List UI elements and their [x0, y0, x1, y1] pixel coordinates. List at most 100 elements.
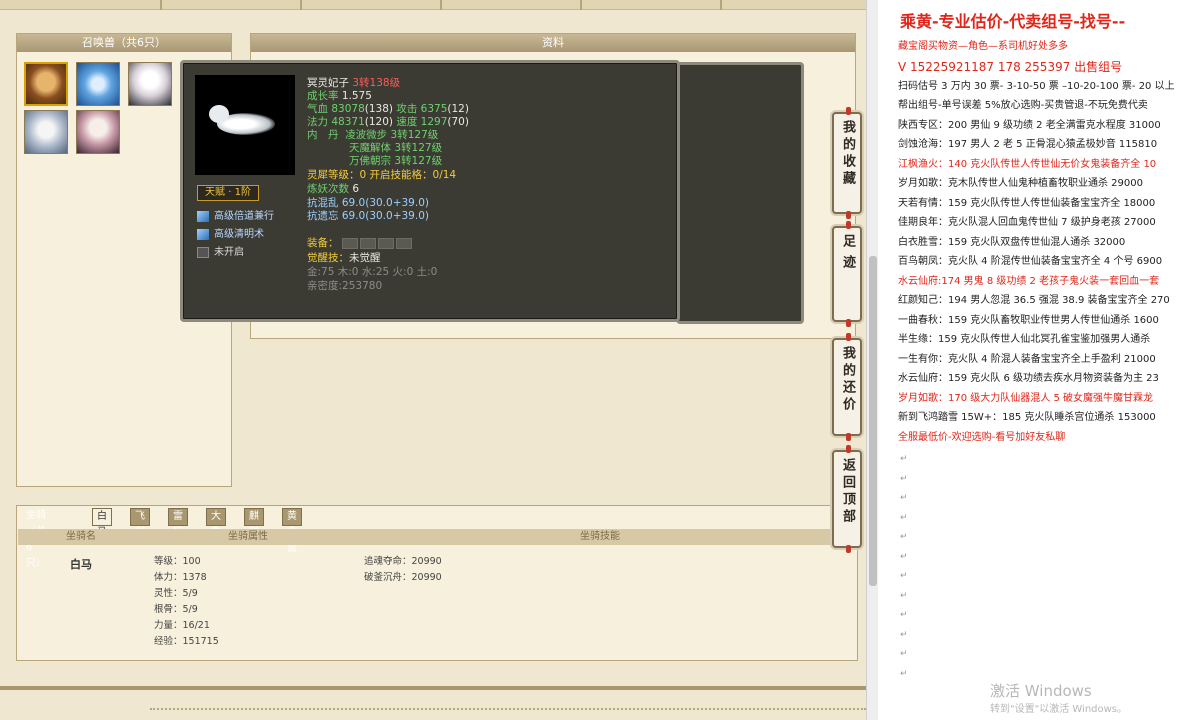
bottom-divider — [150, 708, 866, 710]
pet-slot-4[interactable] — [24, 110, 68, 154]
my-bargain-button[interactable]: 我的还价 — [832, 333, 862, 441]
tooltip-side-frame — [676, 62, 804, 324]
doc-line: 水云仙府：159 克火队 6 级功绩去疾水月物资装备为主 23 — [898, 373, 1159, 384]
empty-paragraph-mark: ↵ — [900, 590, 908, 601]
doc-line: 水云仙府:174 男鬼 8 级功绩 2 老孩子鬼火装一套回血一套 — [898, 275, 1160, 287]
mount-tab-6[interactable]: 黄金鼠 — [282, 508, 302, 554]
empty-paragraph-mark: ↵ — [900, 493, 908, 503]
doc-line: 岁月如歌：170 级大力队仙器混人 5 破女魔强牛魔甘霖龙 — [898, 392, 1153, 404]
footprint-button[interactable]: 足迹 — [832, 221, 862, 327]
doc-line: 佳期良年：克火队混人回血鬼传世仙 7 级护身老孩 27000 — [898, 217, 1156, 228]
scrollbar-thumb[interactable] — [869, 256, 877, 586]
mount-attr: 等级：100 — [154, 556, 201, 567]
resist-confuse-line: 抗混乱 69.0(30.0+39.0) — [307, 197, 429, 209]
mount-tab-3[interactable]: 雷狼 — [168, 508, 188, 538]
doc-line: V 15225921187 178 255397 出售组号 — [898, 59, 1123, 74]
equip-slot[interactable] — [395, 237, 412, 249]
lock-icon — [197, 247, 209, 258]
spirit-line: 灵犀等级：0 开启技能格：0/14 — [307, 169, 457, 181]
equip-slot[interactable] — [359, 237, 376, 249]
pet-slot-1[interactable] — [24, 62, 68, 106]
pet-portrait — [195, 75, 295, 175]
pet-slot-3[interactable] — [128, 62, 172, 106]
skill-3-locked[interactable]: 未开启 — [197, 245, 244, 260]
mount-skill: 追魂夺命：20990 — [364, 556, 442, 567]
inner-core-1: 内 丹 凌波微步 3转127级 — [307, 129, 439, 141]
mount-tab-1[interactable]: 白马 — [92, 508, 112, 538]
header-mount-skills: 坐骑技能 — [580, 531, 620, 542]
mount-attr: 体力：1378 — [154, 572, 207, 583]
pet-name-line: 冥灵妃子 3转138级 — [307, 77, 401, 89]
mount-panel-title: 坐骑（共6只） — [26, 510, 46, 569]
mount-tab-5[interactable]: 麒麟 — [244, 508, 264, 538]
mount-attr: 力量：16/21 — [154, 620, 210, 631]
equip-line: 装备： — [307, 237, 414, 249]
mount-name: 白马 — [70, 558, 92, 571]
doc-line: 一曲春秋：159 克火队畜牧职业传世男人传世仙通杀 1600 — [898, 314, 1159, 326]
mount-attr: 经验：151715 — [154, 636, 219, 647]
skill-1[interactable]: 高级倍道兼行 — [197, 209, 274, 224]
empty-paragraph-mark: ↵ — [900, 454, 908, 464]
mount-attr: 根骨：5/9 — [154, 604, 198, 615]
elements-line: 金:75 木:0 水:25 火:0 土:0 — [307, 266, 438, 278]
my-favorites-button[interactable]: 我的收藏 — [832, 107, 862, 219]
top-strip — [0, 0, 866, 10]
equip-slot[interactable] — [341, 237, 358, 249]
activation-watermark: 激活 Windows — [990, 682, 1092, 700]
doc-line: 江枫渔火：140 克火队传世人传世仙无价女鬼装备齐全 10 — [898, 158, 1157, 170]
equip-slot[interactable] — [377, 237, 394, 249]
doc-line: 扫码估号 3 万内 30 票- 3-10-50 票 –10-20-100 票- … — [898, 80, 1175, 92]
doc-line: 新到飞鸿踏雪 15W+：185 克火队睡杀宫位通杀 153000 — [898, 412, 1156, 423]
inner-core-2: 天魔解体 3转127级 — [349, 142, 443, 154]
pets-panel-title: 召唤兽（共6只） — [17, 34, 231, 52]
doc-line: 帮出组号-单号误差 5%放心选购-买贵管退-不玩免费代卖 — [898, 100, 1148, 111]
skill-icon — [197, 229, 209, 240]
awake-line: 觉醒技：未觉醒 — [307, 252, 381, 264]
doc-line: 全服最低价-欢迎选购-看号加好友私聊 — [898, 431, 1066, 443]
empty-paragraph-mark: ↵ — [900, 473, 908, 484]
doc-line: 天若有情：159 克火队传世人传世仙装备宝宝齐全 18000 — [898, 197, 1156, 209]
mp-spd-line: 法力 48371(120) 速度 1297(70) — [307, 116, 469, 128]
empty-paragraph-mark: ↵ — [900, 668, 908, 679]
empty-paragraph-mark: ↵ — [900, 551, 908, 562]
back-to-top-button[interactable]: 返回顶部 — [832, 445, 862, 553]
header-mount-name: 坐骑名 — [66, 531, 96, 542]
activation-watermark-sub: 转到"设置"以激活 Windows。 — [990, 704, 1128, 715]
doc-line: 红颜知己：194 男人忽混 36.5 强混 38.9 装备宝宝齐全 270 — [898, 295, 1170, 306]
doc-line: 岁月如歌：克木队传世人仙鬼种植畜牧职业通杀 29000 — [898, 178, 1143, 189]
bottom-bar — [0, 686, 866, 690]
resist-forget-line: 抗遗忘 69.0(30.0+39.0) — [307, 210, 429, 222]
game-window: 召唤兽（共6只） 资料 天赋 · 1阶 高级倍道兼行 高级清明术 未开启 冥灵妃… — [0, 0, 866, 720]
doc-line: 藏宝阁买物资—角色—系司机好处多多 — [898, 41, 1068, 52]
empty-paragraph-mark: ↵ — [900, 649, 908, 659]
empty-paragraph-mark: ↵ — [900, 512, 908, 523]
growth-line: 成长率 1.575 — [307, 90, 372, 102]
talent-badge: 天赋 · 1阶 — [197, 185, 259, 201]
empty-paragraph-mark: ↵ — [900, 610, 908, 620]
mount-tab-2[interactable]: 飞剑 — [130, 508, 150, 538]
doc-line: 一生有你：克火队 4 阶混人装备宝宝齐全上手盈利 21000 — [898, 353, 1156, 365]
doc-line: 剑蚀沧海：197 男人 2 老 5 正骨混心猿孟极妙音 115810 — [898, 139, 1158, 150]
detail-panel-title: 资料 — [251, 34, 855, 52]
pet-tooltip: 天赋 · 1阶 高级倍道兼行 高级清明术 未开启 冥灵妃子 3转138级 成长率… — [180, 60, 680, 322]
mount-skill: 破釜沉舟：20990 — [364, 572, 442, 583]
doc-line: 百鸟朝凤：克火队 4 阶混传世仙装备宝宝齐全 4 个号 6900 — [898, 256, 1163, 267]
pet-slot-5[interactable] — [76, 110, 120, 154]
doc-line: 半生缘：159 克火队传世人仙北冥孔雀宝鉴加强男人通杀 — [898, 334, 1151, 345]
mount-attr: 灵性：5/9 — [154, 588, 198, 599]
intimacy-line: 亲密度:253780 — [307, 280, 383, 292]
mount-tab-4[interactable]: 大象 — [206, 508, 226, 538]
mount-table-header: 坐骑名 坐骑属性 坐骑技能 — [18, 529, 856, 545]
header-mount-attrs: 坐骑属性 — [228, 531, 268, 542]
skill-2[interactable]: 高级清明术 — [197, 227, 264, 242]
document-pane: 乘黄-专业估价-代卖组号-找号-- 藏宝阁买物资—角色—系司机好处多多 V 152… — [878, 0, 1188, 720]
page-scrollbar[interactable] — [866, 0, 878, 720]
pet-slot-2[interactable] — [76, 62, 120, 106]
refine-line: 炼妖次数 6 — [307, 183, 360, 195]
doc-title: 乘黄-专业估价-代卖组号-找号-- — [900, 12, 1126, 31]
inner-core-3: 万佛朝宗 3转127级 — [349, 155, 443, 167]
empty-paragraph-mark: ↵ — [900, 571, 908, 581]
empty-paragraph-mark: ↵ — [900, 532, 908, 542]
empty-paragraph-mark: ↵ — [900, 629, 908, 640]
doc-line: 白衣胜雪：159 克火队双盘传世仙混人通杀 32000 — [898, 236, 1126, 248]
